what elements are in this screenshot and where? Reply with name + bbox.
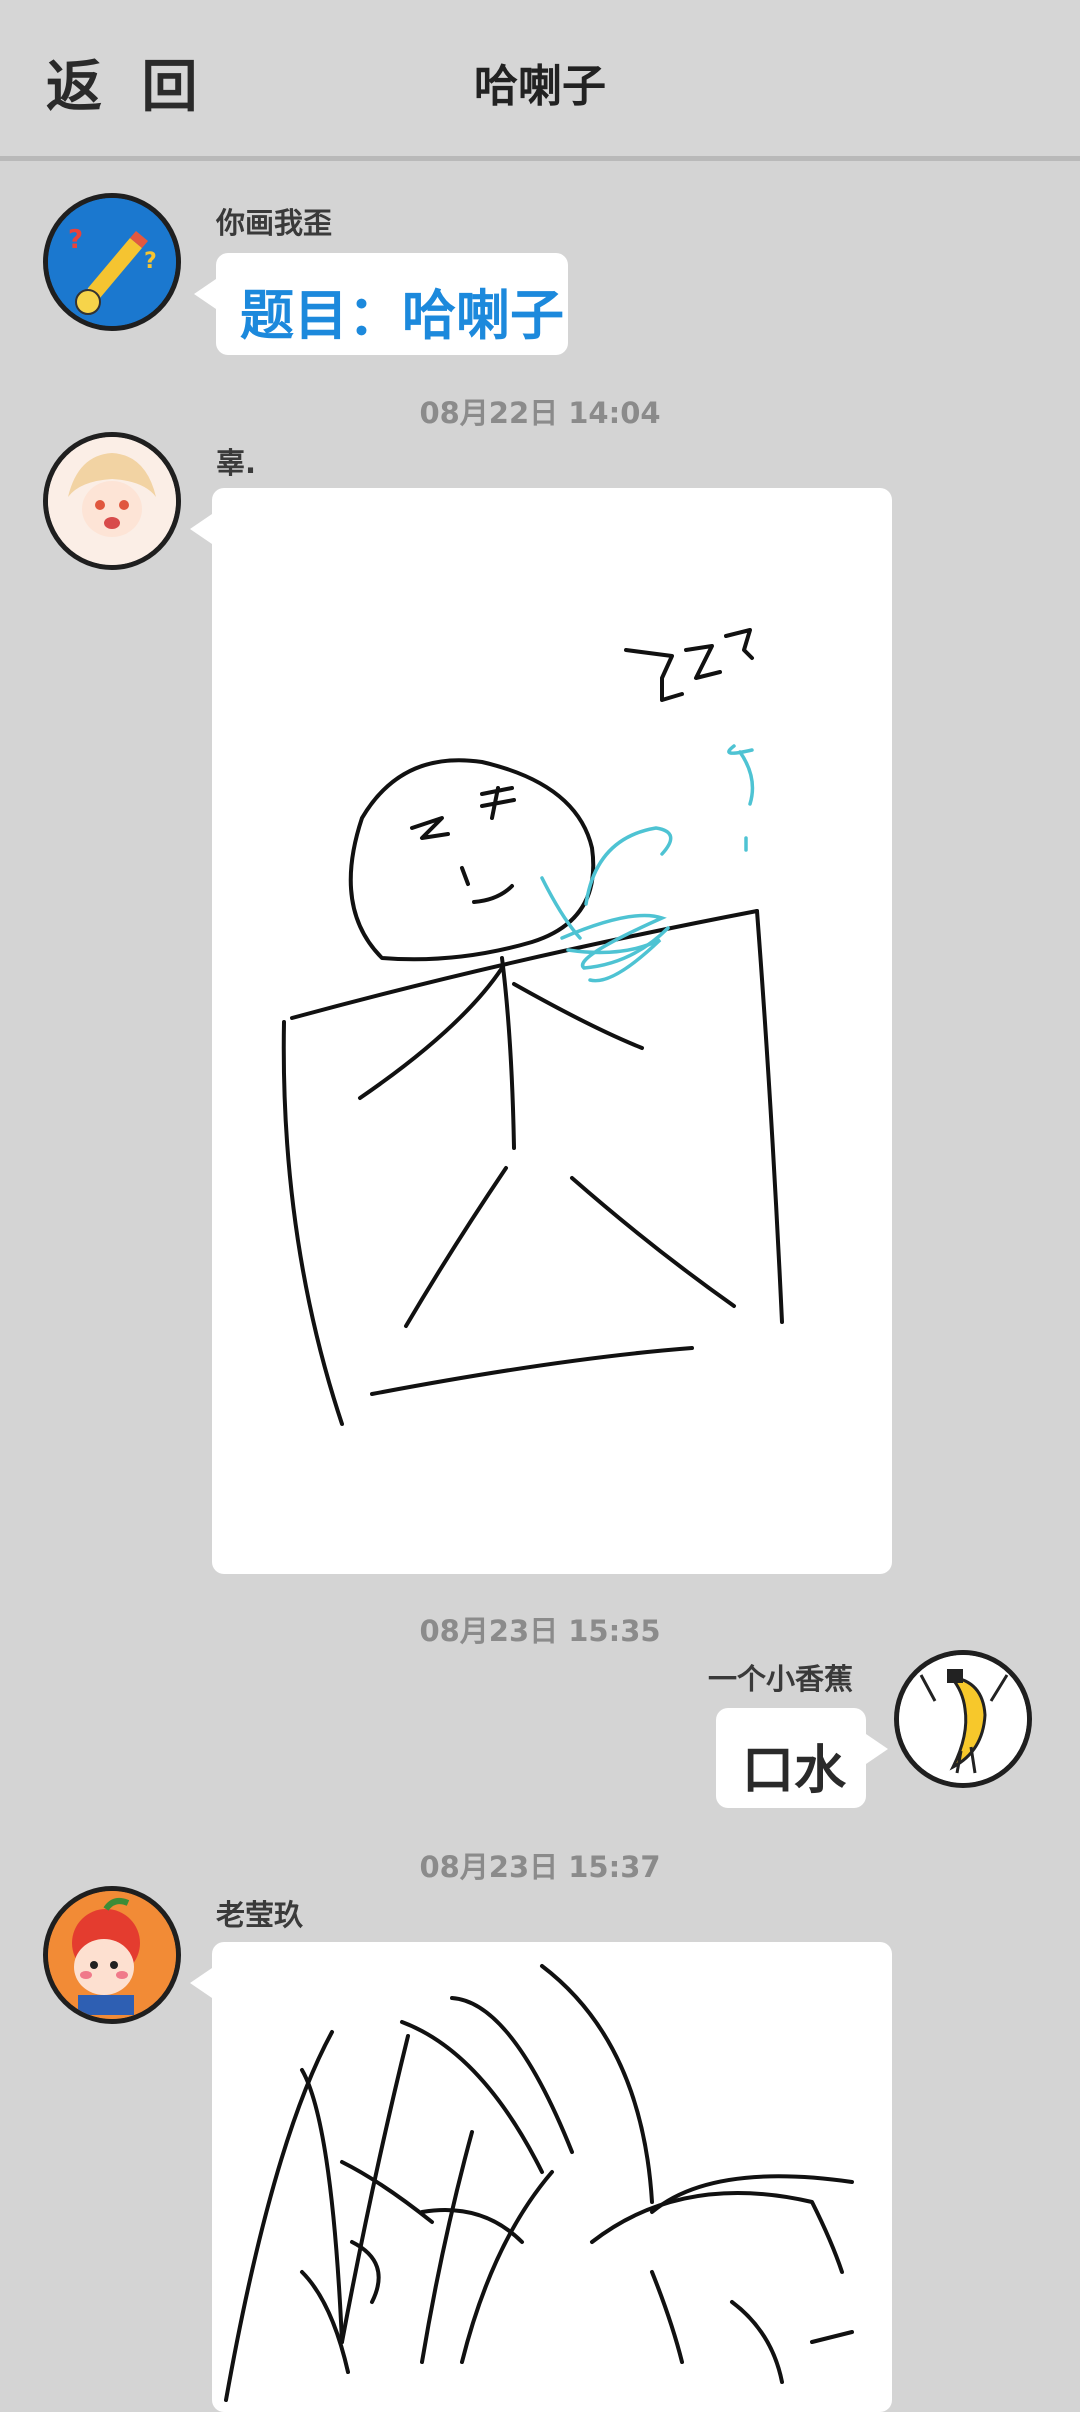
svg-text:?: ? bbox=[144, 249, 157, 274]
timestamp: 08月23日 15:35 bbox=[419, 1614, 661, 1648]
answer-bubble: 口水 bbox=[716, 1708, 888, 1808]
topic-bubble: 题目：哈喇子 bbox=[194, 253, 568, 355]
pencil-avatar-icon: ? ? bbox=[48, 198, 176, 326]
page-title: 哈喇子 bbox=[474, 61, 606, 112]
anime-girl-avatar-icon bbox=[48, 437, 176, 565]
sender-name: 你画我歪 bbox=[216, 206, 333, 240]
avatar-user[interactable] bbox=[43, 1886, 181, 2024]
avatar-system[interactable]: ? ? bbox=[43, 193, 181, 331]
sender-name: 辜. bbox=[216, 446, 257, 480]
sender-name: 老莹玖 bbox=[216, 1898, 304, 1932]
svg-text:?: ? bbox=[68, 225, 83, 255]
drawing-bubble[interactable] bbox=[190, 488, 892, 1574]
topic-text: 题目：哈喇子 bbox=[240, 284, 564, 347]
top-bar: 返 回 哈喇子 bbox=[0, 0, 1080, 161]
banana-avatar-icon bbox=[899, 1655, 1027, 1783]
drawing-canvas bbox=[224, 1964, 854, 2402]
avatar-user[interactable] bbox=[43, 432, 181, 570]
avatar-self[interactable] bbox=[894, 1650, 1032, 1788]
drawing-bubble[interactable] bbox=[190, 1942, 892, 2412]
sender-name: 一个小香蕉 bbox=[708, 1662, 854, 1696]
cartoon-apple-avatar-icon bbox=[48, 1891, 176, 2019]
timestamp: 08月22日 14:04 bbox=[419, 396, 661, 430]
timestamp: 08月23日 15:37 bbox=[419, 1850, 661, 1884]
answer-text: 口水 bbox=[742, 1741, 847, 1801]
drawing-canvas bbox=[281, 628, 784, 1426]
